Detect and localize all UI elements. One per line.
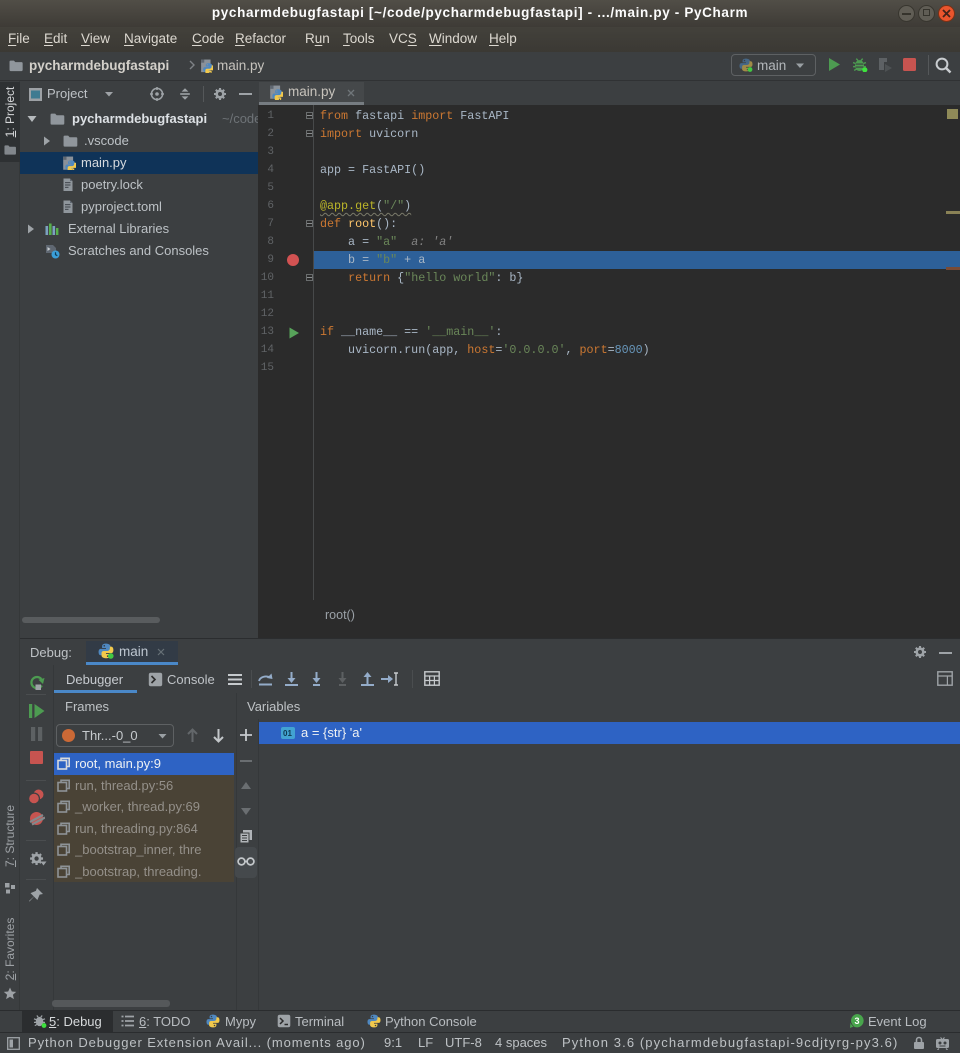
svg-text:3: 3 [854,1016,859,1026]
